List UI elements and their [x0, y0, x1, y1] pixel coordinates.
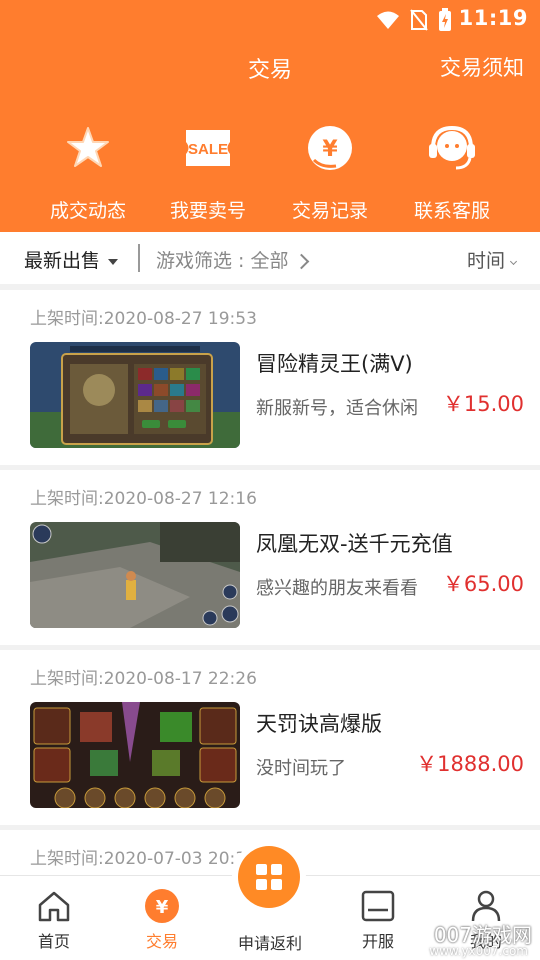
chevron-down-icon: [509, 257, 518, 266]
listing-title: 冒险精灵王(满V): [256, 352, 413, 376]
no-sim-icon: [410, 9, 428, 31]
listed-time: 上架时间:2020-07-03 20:39: [30, 849, 257, 869]
listing-price: ￥15.00: [442, 392, 524, 416]
listing-desc: 没时间玩了: [256, 758, 346, 779]
quick-action-sell[interactable]: SALE 我要卖号: [148, 120, 268, 223]
quick-action-label: 联系客服: [413, 200, 490, 222]
status-time: 11:19: [458, 6, 528, 30]
time-sort-label: 时间: [466, 250, 505, 272]
home-icon: [36, 888, 72, 924]
quick-action-label: 成交动态: [49, 200, 126, 222]
rebate-button[interactable]: [238, 846, 300, 908]
listed-time: 上架时间:2020-08-27 12:16: [30, 489, 257, 509]
sort-dropdown[interactable]: 最新出售: [24, 246, 119, 273]
server-list-icon: [360, 888, 396, 924]
chevron-right-icon: [294, 253, 310, 270]
grid-icon: [256, 879, 267, 890]
battery-charging-icon: [439, 8, 451, 31]
game-screenshot-thumbnail: [30, 342, 240, 448]
quick-action-records[interactable]: ¥ 交易记录: [270, 120, 390, 223]
quick-action-label: 交易记录: [291, 200, 368, 222]
svg-text:SALE: SALE: [188, 141, 228, 158]
quick-action-label: 我要卖号: [169, 200, 246, 222]
listed-time: 上架时间:2020-08-17 22:26: [30, 669, 257, 689]
nav-trade-label: 交易: [145, 932, 178, 951]
game-screenshot-thumbnail: [30, 702, 240, 808]
bottom-nav: 首页 ¥ 交易 申请返利 开服 我的 007游戏网 www.yx007.com: [0, 846, 540, 960]
nav-home[interactable]: 首页: [4, 888, 104, 952]
watermark-url: www.yx007.com: [429, 944, 528, 958]
game-screenshot-thumbnail: [30, 522, 240, 628]
svg-text:¥: ¥: [156, 897, 169, 918]
status-icons: [376, 8, 452, 32]
list-item[interactable]: 上架时间:2020-08-27 19:53 冒险精灵王(满V) 新服新号，适合休…: [0, 290, 540, 470]
list-item[interactable]: 上架时间:2020-08-27 12:16 凤凰无双-送千元充值 感兴趣的朋友来…: [0, 470, 540, 650]
sort-label: 最新出售: [24, 250, 101, 272]
nav-server[interactable]: 开服: [328, 888, 428, 952]
listing-title: 天罚诀高爆版: [256, 712, 382, 736]
caret-down-icon: [108, 258, 119, 265]
quick-action-deals[interactable]: 成交动态: [28, 120, 148, 223]
game-filter-label: 游戏筛选 : 全部: [156, 250, 289, 272]
listing-price: ￥1888.00: [416, 752, 524, 776]
yen-exchange-icon: ¥: [302, 120, 358, 176]
sale-tag-icon: SALE: [180, 120, 236, 176]
nav-trade[interactable]: ¥ 交易: [112, 888, 212, 952]
divider: [138, 244, 140, 272]
trade-notice-link[interactable]: 交易须知: [440, 52, 524, 82]
listing-desc: 感兴趣的朋友来看看: [256, 578, 418, 599]
star-icon: [60, 120, 116, 176]
status-bar: 11:19: [0, 0, 540, 36]
listing-title: 凤凰无双-送千元充值: [256, 532, 453, 556]
wifi-icon: [377, 11, 399, 29]
listing-price: ￥65.00: [442, 572, 524, 596]
nav-home-label: 首页: [37, 932, 70, 951]
yen-circle-icon: ¥: [144, 888, 180, 924]
quick-action-support[interactable]: 联系客服: [392, 120, 512, 223]
listing-desc: 新服新号，适合休闲: [256, 398, 418, 419]
listed-time: 上架时间:2020-08-27 19:53: [30, 309, 257, 329]
time-sort[interactable]: 时间: [466, 246, 518, 273]
game-filter[interactable]: 游戏筛选 : 全部: [156, 246, 310, 273]
grid-icon: [271, 879, 282, 890]
nav-rebate-label[interactable]: 申请返利: [220, 930, 320, 954]
headset-icon: [424, 120, 480, 176]
nav-server-label: 开服: [361, 932, 394, 951]
grid-icon: [271, 864, 282, 875]
header-bar: 11:19 交易 交易须知 成交动态 SALE 我要卖号 ¥ 交易记录 联系客服: [0, 0, 540, 232]
filter-bar: 最新出售 游戏筛选 : 全部 时间: [0, 232, 540, 290]
svg-text:¥: ¥: [322, 137, 338, 162]
grid-icon: [256, 864, 267, 875]
listing-list: 上架时间:2020-08-27 19:53 冒险精灵王(满V) 新服新号，适合休…: [0, 290, 540, 890]
list-item[interactable]: 上架时间:2020-08-17 22:26 天罚诀高爆版 没时间玩了 ￥1888…: [0, 650, 540, 830]
